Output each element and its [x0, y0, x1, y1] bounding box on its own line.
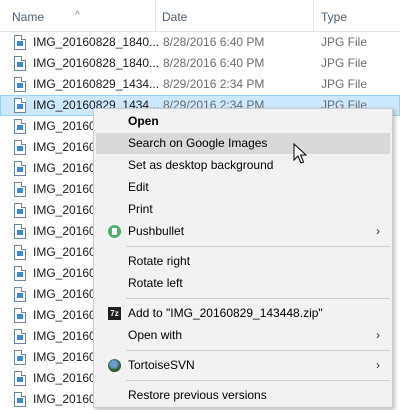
name-column-label: Name	[12, 10, 45, 24]
jpg-file-icon	[14, 140, 26, 155]
tortoisesvn-icon	[108, 359, 121, 372]
file-name: IMG_20160829_1434...	[33, 77, 160, 91]
jpg-file-icon	[14, 287, 26, 302]
menu-item-open-with[interactable]: Open with ›	[96, 325, 390, 346]
submenu-arrow-icon: ›	[376, 358, 380, 372]
file-name: IMG_20160828_1840...	[33, 35, 160, 49]
jpg-file-icon	[14, 182, 26, 197]
type-column-label: Type	[321, 10, 348, 24]
menu-item-rotate-right[interactable]: Rotate right	[96, 251, 390, 272]
menu-item-rotate-left[interactable]: Rotate left	[96, 273, 390, 294]
jpg-file-icon	[14, 56, 26, 71]
jpg-file-icon	[14, 203, 26, 218]
column-header-bar: Name ^ Date Type	[0, 0, 400, 32]
menu-item-restore-previous-versions[interactable]: Restore previous versions	[96, 385, 390, 406]
date-column-header[interactable]: Date	[150, 0, 310, 31]
menu-item-add-to-img-20160829-143448-zip[interactable]: 7z Add to "IMG_20160829_143448.zip"	[96, 303, 390, 324]
menu-item-label: Rotate right	[128, 254, 191, 268]
mouse-pointer-icon	[293, 143, 307, 164]
file-row[interactable]: IMG_20160829_1434... 8/29/2016 2:34 PM JPG…	[0, 74, 400, 95]
menu-item-edit[interactable]: Edit	[96, 177, 390, 198]
menu-separator	[126, 380, 390, 381]
menu-item-label: Rotate left	[128, 276, 183, 290]
file-date: 8/29/2016 2:34 PM	[163, 77, 265, 91]
context-menu: Open Search on Google Images Set as deskto…	[93, 108, 393, 408]
type-column-header[interactable]: Type	[309, 0, 400, 31]
sort-ascending-icon: ^	[75, 10, 80, 21]
date-column-label: Date	[162, 10, 188, 24]
jpg-file-icon	[14, 161, 26, 176]
pushbullet-icon	[108, 225, 121, 238]
jpg-file-icon	[14, 266, 26, 281]
jpg-file-icon	[14, 245, 26, 260]
file-date: 8/28/2016 6:40 PM	[163, 56, 265, 70]
jpg-file-icon	[14, 35, 26, 50]
menu-separator	[126, 298, 390, 299]
file-type: JPG File	[321, 56, 368, 70]
menu-item-label: Open with	[128, 328, 183, 342]
menu-separator	[126, 246, 390, 247]
menu-item-label: Print	[128, 202, 153, 216]
jpg-file-icon	[14, 224, 26, 239]
menu-item-print[interactable]: Print	[96, 199, 390, 220]
menu-item-set-as-desktop-background[interactable]: Set as desktop background	[96, 155, 390, 176]
menu-item-label: Add to "IMG_20160829_143448.zip"	[128, 306, 323, 320]
submenu-arrow-icon: ›	[376, 224, 380, 238]
jpg-file-icon	[14, 119, 26, 134]
file-type: JPG File	[321, 35, 368, 49]
jpg-file-icon	[14, 350, 26, 365]
menu-item-label: Open	[128, 114, 159, 128]
menu-item-search-on-google-images[interactable]: Search on Google Images	[96, 133, 390, 154]
menu-item-label: Search on Google Images	[128, 136, 268, 150]
menu-item-label: Edit	[128, 180, 149, 194]
jpg-file-icon	[14, 77, 26, 92]
menu-separator	[126, 350, 390, 351]
menu-item-label: Pushbullet	[128, 224, 185, 238]
menu-item-label: Restore previous versions	[128, 388, 267, 402]
file-type: JPG File	[321, 77, 368, 91]
menu-item-label: TortoiseSVN	[128, 358, 195, 372]
jpg-file-icon	[14, 329, 26, 344]
menu-item-pushbullet[interactable]: Pushbullet ›	[96, 221, 390, 242]
file-name: IMG_20160828_1840...	[33, 56, 160, 70]
name-column-header[interactable]: Name ^	[0, 0, 155, 31]
file-row[interactable]: IMG_20160828_1840... 8/28/2016 6:40 PM JPG…	[0, 53, 400, 74]
7zip-icon: 7z	[108, 307, 121, 320]
file-row[interactable]: IMG_20160828_1840... 8/28/2016 6:40 PM JPG…	[0, 32, 400, 53]
jpg-file-icon	[14, 98, 26, 113]
file-date: 8/28/2016 6:40 PM	[163, 35, 265, 49]
submenu-arrow-icon: ›	[376, 328, 380, 342]
menu-item-label: Set as desktop background	[128, 158, 274, 172]
jpg-file-icon	[14, 371, 26, 386]
menu-item-open[interactable]: Open	[96, 111, 390, 132]
menu-item-tortoisesvn[interactable]: TortoiseSVN ›	[96, 355, 390, 376]
jpg-file-icon	[14, 308, 26, 323]
